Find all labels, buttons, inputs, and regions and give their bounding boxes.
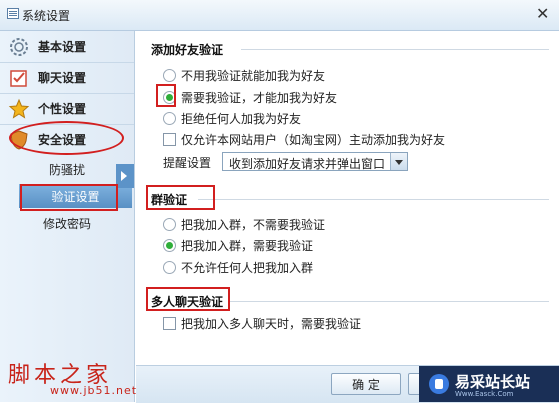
sidebar-subitem-anti-harass[interactable]: 防骚扰 — [0, 157, 134, 181]
friend-option-no-verify[interactable]: 不用我验证就能加我为好友 — [163, 67, 325, 84]
chat-checklist-icon — [10, 70, 27, 87]
sidebar-item-label: 聊天设置 — [38, 71, 87, 85]
radio-button[interactable] — [163, 69, 176, 82]
reminder-label: 提醒设置 — [163, 156, 212, 170]
sidebar-item-security[interactable]: 安全设置 — [0, 124, 134, 155]
star-icon — [8, 98, 30, 119]
friend-verify-title: 添加好友验证 — [151, 43, 224, 57]
watermark-logo-right: 易采站长站 Www.Easck.Com — [419, 366, 559, 402]
close-icon[interactable]: ✕ — [536, 4, 549, 23]
group-option-no-verify[interactable]: 把我加入群，不需要我验证 — [163, 216, 325, 233]
friend-option-reject-all[interactable]: 拒绝任何人加我为好友 — [163, 110, 301, 127]
radio-button-selected[interactable] — [163, 239, 176, 252]
radio-button[interactable] — [163, 218, 176, 231]
window-title: 系统设置 — [22, 9, 71, 23]
sidebar-item-label: 基本设置 — [38, 40, 87, 54]
multi-chat-checkbox[interactable]: 把我加入多人聊天时，需要我验证 — [163, 315, 361, 332]
sidebar-subitem-label: 修改密码 — [42, 217, 91, 231]
sidebar-subitem-change-password[interactable]: 修改密码 — [0, 211, 134, 235]
friend-option-need-verify[interactable]: 需要我验证，才能加我为好友 — [163, 89, 337, 106]
checkbox[interactable] — [163, 133, 176, 146]
sidebar: 基本设置 聊天设置 个性设置 安全设置 防骚扰 验证设置 修改密码 — [0, 31, 135, 402]
divider — [241, 49, 549, 50]
sidebar-item-label: 个性设置 — [38, 102, 87, 116]
divider — [228, 301, 549, 302]
friend-checkbox-site-only[interactable]: 仅允许本网站用户（如淘宝网）主动添加我为好友 — [163, 131, 445, 148]
radio-button[interactable] — [163, 261, 176, 274]
main-panel: 添加好友验证 不用我验证就能加我为好友 需要我验证，才能加我为好友 拒绝任何人加… — [136, 31, 559, 402]
title-bar: 系统设置 ✕ — [0, 0, 559, 31]
shield-icon — [10, 130, 28, 150]
radio-button-selected[interactable] — [163, 91, 176, 104]
reminder-select[interactable]: 收到添加好友请求并弹出窗口 — [222, 152, 408, 171]
divider — [198, 199, 549, 200]
radio-button[interactable] — [163, 112, 176, 125]
watermark-url-right: Www.Easck.Com — [455, 390, 514, 398]
sidebar-item-basic[interactable]: 基本设置 — [0, 31, 134, 63]
gear-icon — [10, 38, 28, 56]
ok-button[interactable]: 确 定 — [331, 373, 401, 395]
sidebar-item-chat[interactable]: 聊天设置 — [0, 62, 134, 94]
group-option-disallow[interactable]: 不允许任何人把我加入群 — [163, 259, 313, 276]
sidebar-subitem-label: 防骚扰 — [48, 163, 85, 177]
group-option-need-verify[interactable]: 把我加入群，需要我验证 — [163, 237, 313, 254]
active-arrow-icon — [116, 164, 134, 188]
watermark-url-left: www.jb51.net — [50, 384, 138, 397]
chevron-down-icon[interactable] — [390, 153, 407, 170]
reminder-select-value: 收到添加好友请求并弹出窗口 — [229, 157, 386, 171]
sidebar-item-label: 安全设置 — [38, 133, 87, 147]
watermark-name-right: 易采站长站 — [455, 373, 531, 391]
logo-icon — [429, 374, 449, 394]
checkbox[interactable] — [163, 317, 176, 330]
sidebar-item-personal[interactable]: 个性设置 — [0, 93, 134, 125]
sidebar-subitem-label: 验证设置 — [51, 190, 100, 204]
multi-chat-title: 多人聊天验证 — [151, 295, 224, 309]
group-verify-title: 群验证 — [151, 193, 188, 207]
window-icon — [7, 8, 19, 19]
